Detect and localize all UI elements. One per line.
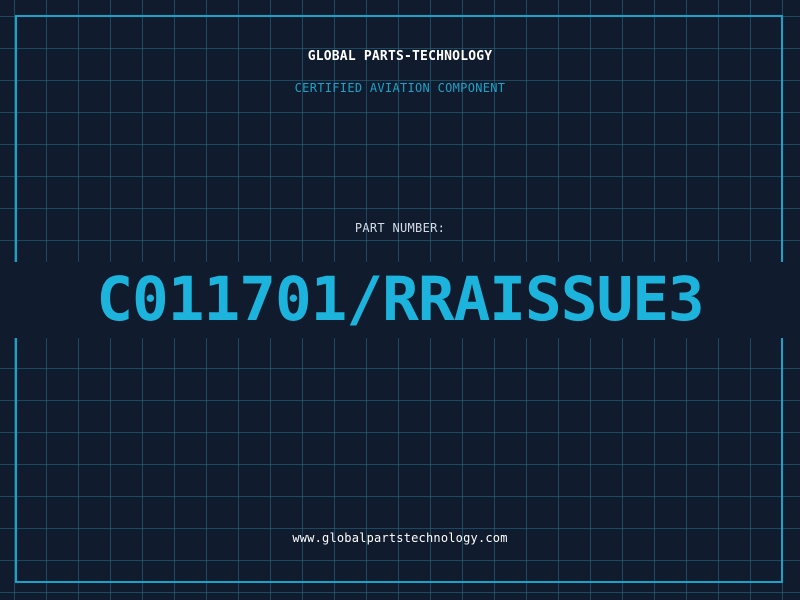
company-name: GLOBAL PARTS-TECHNOLOGY xyxy=(307,49,493,64)
part-number-value: C011701/RRAISSUE3 xyxy=(0,262,800,338)
certification-subtitle: CERTIFIED AVIATION COMPONENT xyxy=(294,81,506,95)
part-label-card: GLOBAL PARTS-TECHNOLOGY CERTIFIED AVIATI… xyxy=(0,0,800,600)
part-number-label: PART NUMBER: xyxy=(354,221,446,235)
website-url: www.globalpartstechnology.com xyxy=(292,531,508,545)
